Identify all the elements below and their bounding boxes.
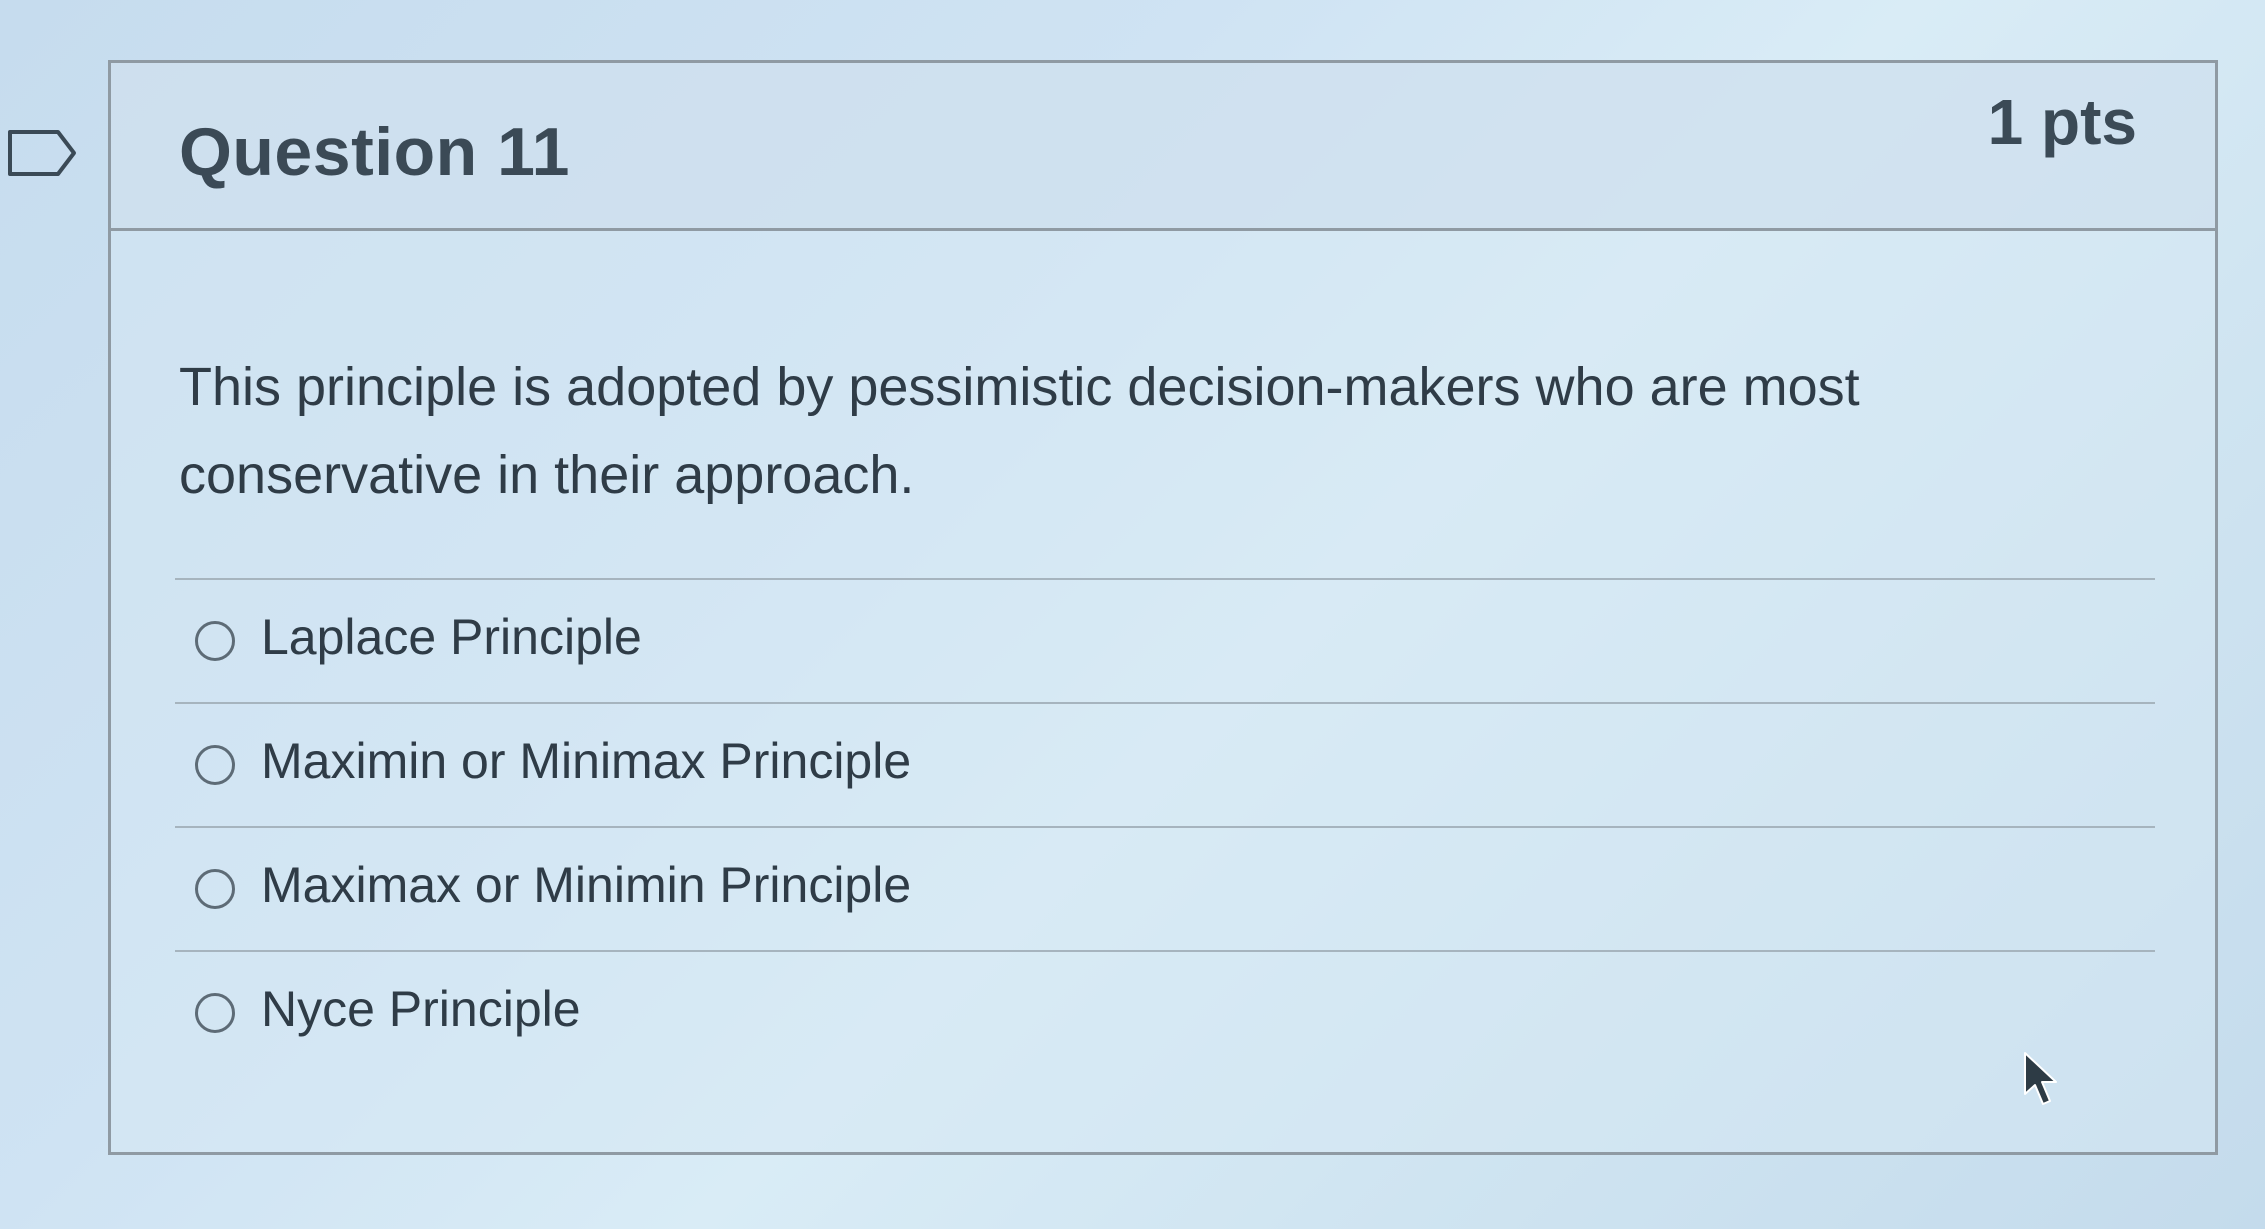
flag-question-icon[interactable]	[6, 126, 78, 180]
answer-option-1[interactable]: Laplace Principle	[175, 580, 2155, 704]
radio-icon[interactable]	[195, 745, 235, 785]
question-header: Question 11 1 pts	[111, 63, 2215, 231]
question-card: Question 11 1 pts This principle is adop…	[108, 60, 2218, 1155]
question-text: This principle is adopted by pessimistic…	[179, 357, 1860, 505]
answer-list: Laplace Principle Maximin or Minimax Pri…	[175, 578, 2155, 1074]
answer-label[interactable]: Maximax or Minimin Principle	[261, 856, 911, 914]
answer-label[interactable]: Maximin or Minimax Principle	[261, 732, 911, 790]
question-title: Question 11	[179, 114, 570, 190]
radio-icon[interactable]	[195, 869, 235, 909]
answer-label[interactable]: Nyce Principle	[261, 980, 581, 1038]
answer-option-4[interactable]: Nyce Principle	[175, 952, 2155, 1074]
radio-icon[interactable]	[195, 621, 235, 661]
answer-option-2[interactable]: Maximin or Minimax Principle	[175, 704, 2155, 828]
answer-option-3[interactable]: Maximax or Minimin Principle	[175, 828, 2155, 952]
answer-label[interactable]: Laplace Principle	[261, 608, 642, 666]
mouse-pointer-icon	[2022, 1050, 2062, 1108]
radio-icon[interactable]	[195, 993, 235, 1033]
question-points: 1 pts	[1987, 86, 2137, 158]
